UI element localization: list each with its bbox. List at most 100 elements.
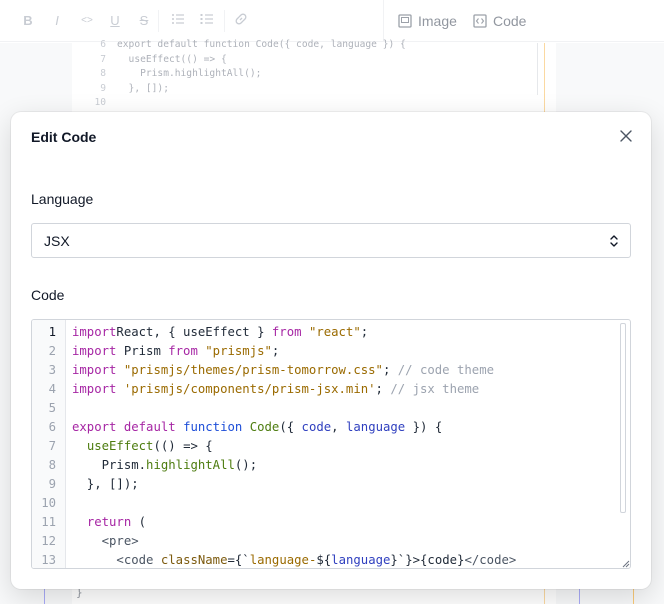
line-number: 2 (48, 344, 56, 358)
code-line-text: <code className={`language-${language}`}… (72, 551, 517, 568)
line-number: 13 (41, 553, 56, 567)
code-token: import (72, 344, 117, 358)
line-number: 1 (48, 325, 56, 339)
code-line[interactable]: 4 import 'prismjs/components/prism-jsx.mi… (32, 380, 630, 399)
code-line[interactable]: 9 }, []); (32, 475, 630, 494)
code-line-text: useEffect(() => { (72, 437, 213, 456)
code-token: ; (360, 325, 369, 339)
code-token: default (123, 420, 176, 434)
code-token: }`}>{code} (390, 553, 465, 567)
code-token: ; (382, 363, 398, 377)
code-token: Code (249, 420, 280, 434)
code-token: 'prismjs/components/prism-jsx.min' (123, 382, 376, 396)
code-line[interactable]: 11 return ( (32, 513, 630, 532)
close-icon (620, 130, 632, 142)
code-token: function (183, 420, 243, 434)
code-token: language (345, 420, 406, 434)
code-token: export (72, 420, 117, 434)
line-number: 8 (48, 458, 56, 472)
line-number: 9 (48, 477, 56, 491)
code-token: className (160, 553, 228, 567)
code-token: <code (116, 553, 154, 567)
code-line-text: import Prism from "prismjs"; (72, 342, 279, 361)
code-line[interactable]: 1 importReact, { useEffect } from "react"… (32, 323, 630, 342)
code-token: ({ (279, 420, 302, 434)
code-token: // jsx theme (390, 382, 480, 396)
code-token: import (72, 363, 117, 377)
language-select-value: JSX (44, 232, 70, 249)
edit-code-dialog: Edit Code Language JSX Code 1 importReact… (11, 112, 651, 589)
code-token: ${ (316, 553, 332, 567)
code-line[interactable]: 3 import "prismjs/themes/prism-tomorrow.c… (32, 361, 630, 380)
code-token: ; (375, 382, 391, 396)
code-editor[interactable]: 1 importReact, { useEffect } from "react"… (31, 319, 631, 569)
language-select[interactable]: JSX (31, 223, 631, 258)
code-line-text: import 'prismjs/components/prism-jsx.min… (72, 380, 479, 399)
code-token: ; (271, 344, 280, 358)
line-number: 3 (48, 363, 56, 377)
code-token: ={` (227, 553, 250, 567)
language-label: Language (31, 191, 94, 207)
line-number: 5 (48, 401, 56, 415)
code-token: </code> (464, 553, 517, 567)
code-line[interactable]: 5 (32, 399, 630, 418)
code-line-text: import "prismjs/themes/prism-tomorrow.cs… (72, 361, 494, 380)
code-token: Prism. (72, 458, 147, 472)
code-line-text: export default function Code({ code, lan… (72, 418, 442, 437)
code-line[interactable]: 12 <pre> (32, 532, 630, 551)
code-line[interactable]: 10 (32, 494, 630, 513)
code-line[interactable]: 2 import Prism from "prismjs"; (32, 342, 630, 361)
code-line-text: <pre> (72, 532, 139, 551)
code-line-text: Prism.highlightAll(); (72, 456, 258, 475)
code-token: Prism (116, 344, 169, 358)
line-number: 12 (41, 534, 56, 548)
code-token: useEffect (86, 439, 154, 453)
code-label: Code (31, 287, 65, 303)
code-token: language- (249, 553, 317, 567)
code-token: highlightAll (146, 458, 235, 472)
code-line[interactable]: 13 <code className={`language-${language… (32, 551, 630, 568)
code-token: React, { useEffect } (116, 325, 272, 339)
line-number: 7 (48, 439, 56, 453)
resize-handle-icon[interactable] (622, 560, 630, 568)
line-number: 6 (48, 420, 56, 434)
code-token: // code theme (397, 363, 495, 377)
code-token: from (271, 325, 302, 339)
code-token: import (72, 325, 117, 339)
code-token: <pre> (101, 534, 139, 548)
code-token: ( (131, 515, 147, 529)
line-number: 10 (41, 496, 56, 510)
code-line-text: }, []); (72, 475, 139, 494)
code-token: "prismjs" (205, 344, 272, 358)
code-line[interactable]: 6 export default function Code({ code, la… (32, 418, 630, 437)
code-token: (() => { (153, 439, 213, 453)
dialog-title: Edit Code (31, 129, 97, 145)
code-line[interactable]: 7 useEffect(() => { (32, 437, 630, 456)
code-token: language (331, 553, 391, 567)
code-token: return (86, 515, 132, 529)
code-token: "prismjs/themes/prism-tomorrow.css" (123, 363, 383, 377)
code-line[interactable]: 8 Prism.highlightAll(); (32, 456, 630, 475)
code-token: , (331, 420, 346, 434)
select-chevrons-icon (610, 235, 618, 247)
code-token: (); (234, 458, 258, 472)
code-token: from (168, 344, 198, 358)
code-token: }) { (405, 420, 443, 434)
line-number: 11 (41, 515, 56, 529)
code-lines: 1 importReact, { useEffect } from "react"… (32, 323, 630, 568)
line-number: 4 (48, 382, 56, 396)
close-button[interactable] (619, 129, 633, 143)
editor-scrollbar[interactable] (620, 323, 626, 513)
code-token: import (72, 382, 117, 396)
code-token: code (301, 420, 332, 434)
